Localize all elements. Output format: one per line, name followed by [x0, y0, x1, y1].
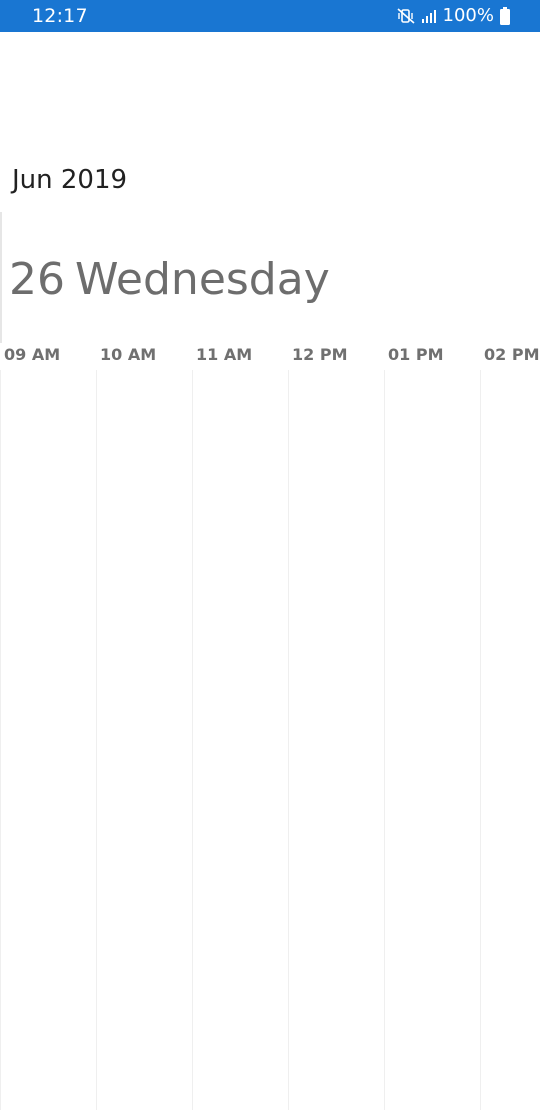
- day-header-border: [0, 212, 2, 343]
- day-header[interactable]: 26 Wednesday: [9, 254, 330, 306]
- signal-icon: [421, 8, 437, 24]
- grid-line: [288, 370, 289, 1110]
- time-ruler: 09 AM 10 AM 11 AM 12 PM 01 PM 02 PM: [0, 344, 540, 368]
- status-icons: 100%: [397, 6, 510, 26]
- grid-line: [384, 370, 385, 1110]
- day-name: Wednesday: [75, 254, 330, 305]
- grid-line: [480, 370, 481, 1110]
- time-slot-label: 12 PM: [292, 345, 348, 364]
- status-time: 12:17: [32, 5, 88, 27]
- grid-line: [0, 370, 1, 1110]
- battery-percentage: 100%: [442, 5, 494, 26]
- time-slot-label: 11 AM: [196, 345, 253, 364]
- battery-icon: [500, 7, 510, 25]
- day-number: 26: [9, 254, 65, 305]
- vibrate-mute-icon: [397, 8, 415, 24]
- time-slot-label: 02 PM: [484, 345, 540, 364]
- time-slot-label: 09 AM: [4, 345, 61, 364]
- grid-line: [96, 370, 97, 1110]
- status-bar: 12:17 100%: [0, 0, 540, 32]
- time-slot-label: 01 PM: [388, 345, 444, 364]
- time-slot-label: 10 AM: [100, 345, 157, 364]
- month-year-header[interactable]: Jun 2019: [12, 164, 127, 196]
- grid-line: [192, 370, 193, 1110]
- timeline-grid[interactable]: [0, 370, 540, 1110]
